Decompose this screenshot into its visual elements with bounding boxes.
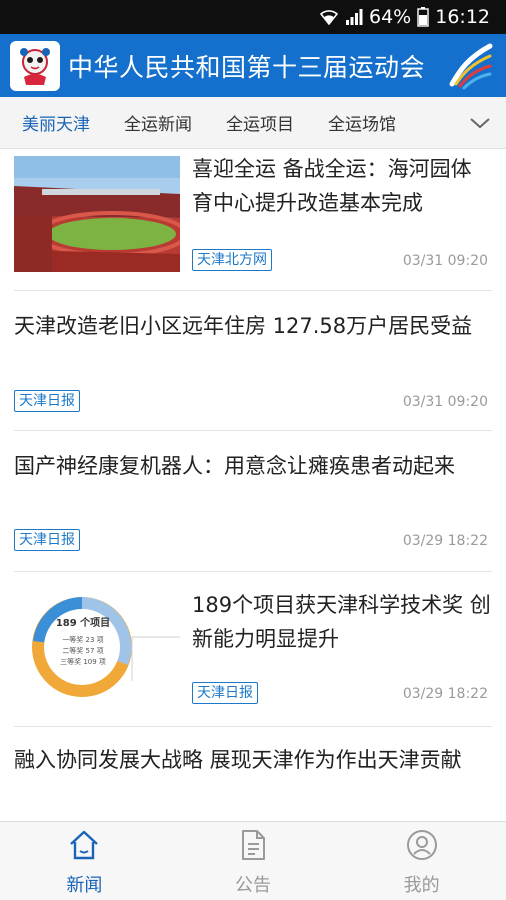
chart-legend: 一等奖 23 项 二等奖 57 项 三等奖 109 项	[50, 635, 116, 668]
tab-games-news[interactable]: 全运新闻	[124, 97, 192, 149]
stadium-thumbnail	[14, 156, 180, 272]
nav-news-label: 新闻	[66, 875, 103, 896]
news-item[interactable]: 189 个项目 一等奖 23 项 二等奖 57 项 三等奖 109 项 189个…	[14, 572, 492, 727]
news-item[interactable]: 国产神经康复机器人：用意念让瘫痪患者动起来 天津日报 03/29 18:22	[14, 431, 492, 572]
clock: 16:12	[435, 6, 490, 28]
battery-percent: 64%	[369, 6, 412, 28]
news-time: 03/31 09:20	[402, 394, 488, 410]
category-tabs: 美丽天津 全运新闻 全运项目 全运场馆	[0, 97, 506, 149]
award-chart-thumbnail: 189 个项目 一等奖 23 项 二等奖 57 项 三等奖 109 项	[14, 585, 180, 705]
nav-notices[interactable]: 公告	[169, 822, 338, 900]
news-time: 03/31 09:20	[402, 253, 488, 269]
tab-games-venues[interactable]: 全运场馆	[328, 97, 396, 149]
user-icon	[406, 829, 438, 865]
news-source-badge: 天津日报	[14, 529, 80, 551]
tab-beautiful-tianjin[interactable]: 美丽天津	[22, 97, 90, 149]
nav-profile[interactable]: 我的	[337, 822, 506, 900]
news-source-badge: 天津北方网	[192, 249, 272, 271]
news-source-badge: 天津日报	[192, 682, 258, 704]
news-item[interactable]: 喜迎全运 备战全运：海河园体育中心提升改造基本完成 天津北方网 03/31 09…	[14, 150, 492, 291]
wifi-icon	[319, 8, 339, 26]
home-icon	[68, 829, 100, 865]
app-header: 中华人民共和国第十三届运动会	[0, 34, 506, 97]
status-bar: 64% 16:12	[0, 0, 506, 34]
nav-notices-label: 公告	[235, 875, 271, 896]
tab-games-events[interactable]: 全运项目	[226, 97, 294, 149]
battery-icon	[417, 7, 429, 27]
signal-icon	[345, 8, 363, 26]
chart-legend-row: 一等奖 23 项	[62, 636, 104, 644]
news-title[interactable]: 189个项目获天津科学技术奖 创新能力明显提升	[192, 588, 492, 656]
nav-profile-label: 我的	[403, 875, 440, 896]
app-title: 中华人民共和国第十三届运动会	[68, 52, 426, 82]
news-time: 03/29 18:22	[402, 686, 488, 702]
news-time: 03/29 18:22	[402, 533, 488, 549]
news-title[interactable]: 国产神经康复机器人：用意念让瘫痪患者动起来	[14, 449, 492, 483]
document-icon	[237, 829, 269, 865]
news-title[interactable]: 天津改造老旧小区远年住房 127.58万户居民受益	[14, 309, 492, 343]
bottom-nav: 新闻 公告 我的	[0, 821, 506, 900]
news-item[interactable]: 融入协同发展大战略 展现天津作为作出天津贡献	[14, 727, 492, 823]
mascot-logo-icon	[10, 40, 60, 91]
chart-center-label: 189 个项目	[55, 618, 111, 629]
nav-news[interactable]: 新闻	[0, 822, 169, 900]
news-title[interactable]: 融入协同发展大战略 展现天津作为作出天津贡献	[14, 743, 492, 777]
games-emblem-icon	[446, 40, 496, 92]
chart-legend-row: 二等奖 57 项	[62, 647, 104, 655]
news-list: 喜迎全运 备战全运：海河园体育中心提升改造基本完成 天津北方网 03/31 09…	[14, 150, 492, 823]
chart-legend-row: 三等奖 109 项	[60, 658, 106, 666]
news-source-badge: 天津日报	[14, 390, 80, 412]
news-item[interactable]: 天津改造老旧小区远年住房 127.58万户居民受益 天津日报 03/31 09:…	[14, 291, 492, 431]
chevron-down-icon[interactable]	[468, 111, 492, 135]
news-title[interactable]: 喜迎全运 备战全运：海河园体育中心提升改造基本完成	[192, 152, 492, 220]
